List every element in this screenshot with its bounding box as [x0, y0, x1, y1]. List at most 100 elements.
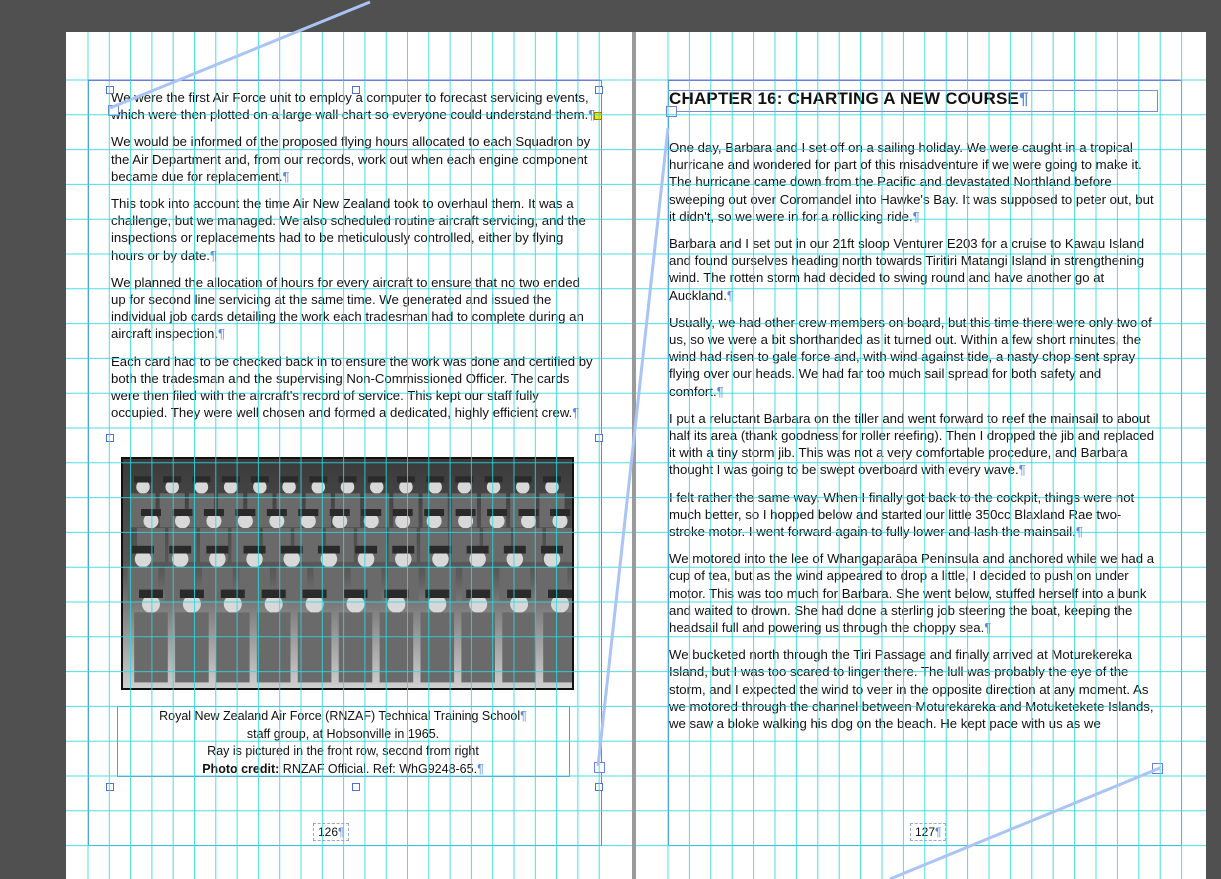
person-cap — [243, 545, 266, 554]
person-cap — [396, 476, 415, 483]
caption-line: Royal New Zealand Air Force (RNZAF) Tech… — [159, 709, 527, 723]
person-cap — [206, 545, 229, 554]
person-cap — [487, 509, 508, 516]
person-cap — [384, 589, 409, 598]
paragraph: We would be informed of the proposed fly… — [111, 134, 591, 184]
paragraph: I felt rather the same way. When I final… — [669, 489, 1135, 540]
person-uniform — [420, 612, 455, 683]
person-uniform — [379, 612, 414, 683]
person-cap — [266, 509, 287, 516]
person-uniform — [175, 612, 209, 683]
person-cap — [543, 476, 561, 483]
person-cap — [424, 509, 445, 516]
selection-handle-top-left[interactable] — [106, 86, 114, 94]
selection-handle-bottom-right[interactable] — [595, 783, 603, 791]
selection-handle-bottom-mid[interactable] — [352, 783, 360, 791]
person-uniform — [543, 612, 572, 683]
left-text-frame[interactable]: We were the first Air Force unit to empl… — [111, 89, 598, 431]
person-cap — [139, 589, 163, 598]
person-cap — [518, 509, 539, 516]
person-cap — [503, 545, 526, 554]
person-cap — [355, 545, 378, 554]
person-cap — [455, 476, 474, 483]
person-cap — [343, 589, 368, 598]
person-cap — [429, 545, 452, 554]
paragraph: We bucketed north through the Tiri Passa… — [669, 647, 1154, 732]
text-out-port[interactable] — [594, 762, 605, 773]
person-cap — [169, 545, 192, 554]
person-cap — [484, 476, 503, 483]
paragraph: We were the first Air Force unit to empl… — [111, 90, 596, 123]
person-cap — [163, 476, 182, 483]
person-cap — [338, 476, 357, 483]
person-uniform — [216, 612, 250, 683]
person-uniform — [134, 612, 168, 683]
person-cap — [203, 509, 224, 516]
person-cap — [179, 589, 204, 598]
selection-handle-mid-left[interactable] — [106, 434, 114, 442]
text-in-port[interactable] — [108, 105, 119, 116]
page-number-left[interactable]: 126¶ — [313, 823, 350, 841]
person-cap — [250, 476, 269, 483]
caption-credit: Photo credit: RNZAF Official. Ref: WhG92… — [202, 761, 484, 776]
person-cap — [541, 545, 563, 554]
paragraph: We motored into the lee of Whangaparāoa … — [669, 551, 1155, 636]
paragraph: I put a reluctant Barbara on the tiller … — [669, 410, 1155, 478]
person-cap — [466, 589, 491, 598]
person-cap — [392, 545, 415, 554]
person-cap — [550, 509, 570, 516]
person-cap — [317, 545, 340, 554]
paragraph: This took into account the time Air New … — [111, 196, 586, 263]
person-cap — [132, 545, 154, 554]
right-text-frame[interactable]: CHAPTER 16: CHARTING A NEW COURSE¶ One d… — [669, 89, 1156, 742]
person-cap — [172, 509, 193, 516]
person-cap — [302, 589, 327, 598]
person-cap — [367, 476, 386, 483]
person-cap — [261, 589, 286, 598]
selection-handle-top-right[interactable] — [595, 86, 603, 94]
person-cap — [134, 476, 152, 483]
corner-options-handle[interactable] — [594, 112, 602, 120]
person-cap — [426, 476, 445, 483]
person-cap — [466, 545, 489, 554]
paragraph: Each card had to be checked back in to e… — [111, 353, 593, 421]
paragraph: We planned the allocation of hours for e… — [111, 274, 584, 342]
caption-line: staff group, at Hobsonville in 1965. — [246, 726, 440, 741]
photo-caption[interactable]: Royal New Zealand Air Force (RNZAF) Tech… — [118, 708, 568, 778]
person-cap — [392, 509, 413, 516]
person-cap — [192, 476, 211, 483]
person-cap — [329, 509, 350, 516]
person-cap — [513, 476, 532, 483]
person-uniform — [297, 612, 332, 683]
person-cap — [280, 476, 299, 483]
caption-line: Ray is pictured in the front row, second… — [207, 744, 479, 758]
chapter-heading: CHAPTER 16: CHARTING A NEW COURSE¶ — [669, 89, 1029, 108]
group-photo-image — [123, 459, 572, 688]
person-uniform — [338, 612, 373, 683]
person-cap — [548, 589, 572, 598]
page-number-right[interactable]: 127¶ — [910, 823, 947, 841]
right-text-in-port[interactable] — [666, 106, 677, 117]
paragraph: One day, Barbara and I set off on a sail… — [669, 140, 1154, 224]
person-cap — [507, 589, 532, 598]
person-uniform — [502, 612, 536, 683]
selection-handle-top-mid[interactable] — [352, 86, 360, 94]
paragraph: Barbara and I set out in our 21ft sloop … — [669, 236, 1145, 303]
person-uniform — [461, 612, 495, 683]
person-cap — [221, 476, 240, 483]
person-cap — [425, 589, 450, 598]
person-cap — [361, 509, 382, 516]
group-photo[interactable] — [121, 457, 574, 690]
person-uniform — [256, 612, 291, 683]
selection-handle-mid-right[interactable] — [595, 434, 603, 442]
right-text-out-port[interactable] — [1152, 763, 1163, 774]
person-cap — [455, 509, 476, 516]
person-cap — [220, 589, 245, 598]
person-cap — [298, 509, 319, 516]
page-spine — [632, 32, 636, 879]
person-cap — [309, 476, 328, 483]
person-cap — [141, 509, 161, 516]
paragraph: Usually, we had other crew members on bo… — [669, 314, 1152, 399]
person-cap — [280, 545, 303, 554]
selection-handle-bottom-left[interactable] — [106, 783, 114, 791]
